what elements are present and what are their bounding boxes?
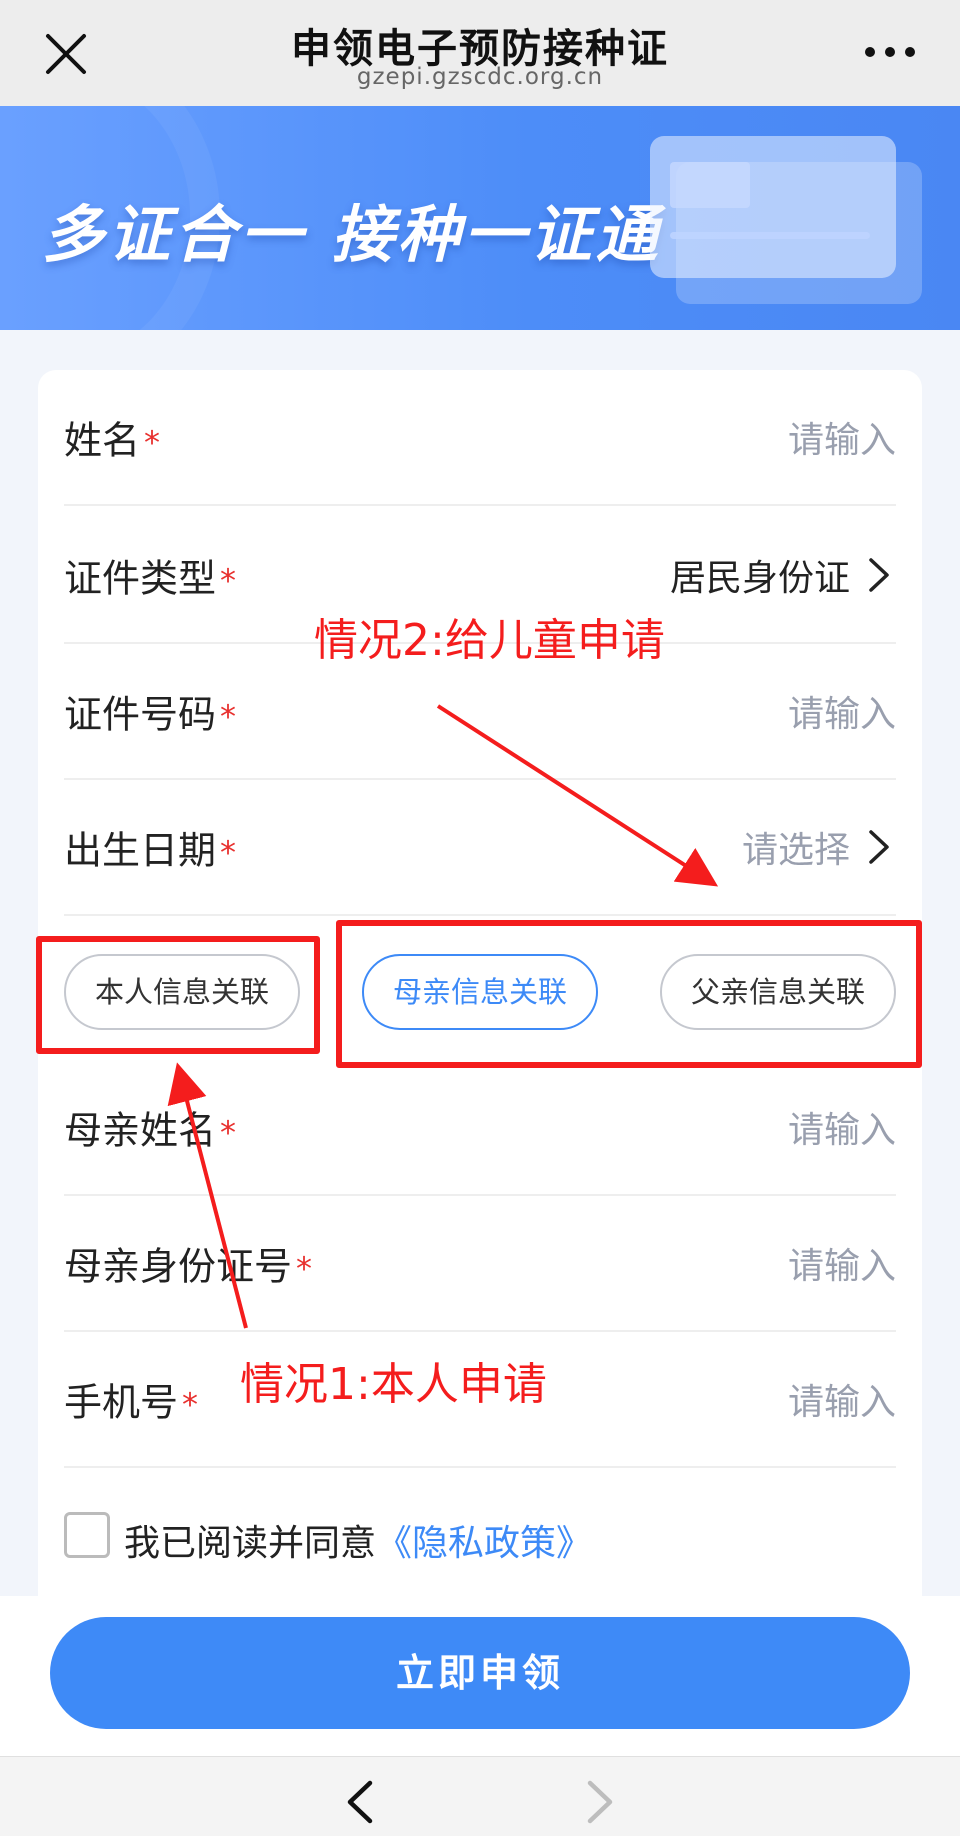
annotation-arrow-child (436, 704, 719, 887)
annotation-arrow-self (167, 1062, 248, 1329)
annotation-arrows (167, 704, 719, 1329)
